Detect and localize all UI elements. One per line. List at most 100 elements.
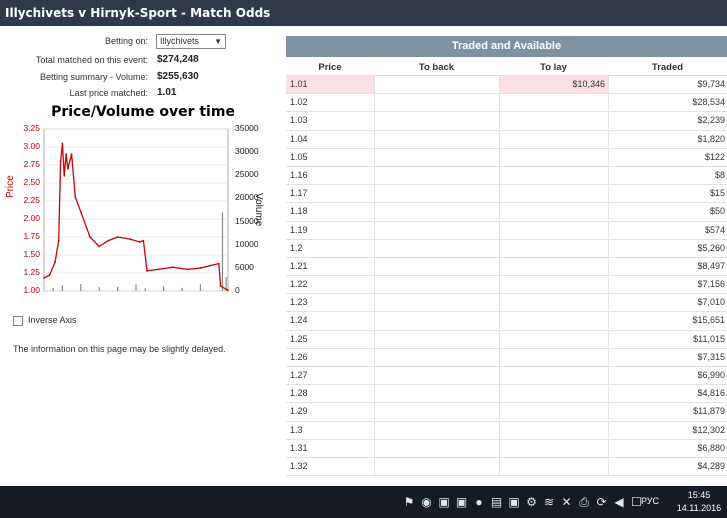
price-point	[219, 285, 222, 287]
to-back-cell[interactable]	[374, 112, 499, 130]
to-lay-cell[interactable]	[499, 185, 608, 203]
price-point	[74, 196, 77, 199]
price-cell: 1.22	[290, 279, 308, 290]
table-title: Traded and Available	[286, 36, 727, 57]
to-back-cell[interactable]	[374, 94, 499, 112]
to-lay-cell[interactable]	[499, 439, 608, 457]
volume-tick-label: 35000	[235, 123, 259, 133]
to-back-cell[interactable]	[374, 185, 499, 203]
to-lay-cell[interactable]	[499, 257, 608, 275]
to-back-cell[interactable]	[374, 403, 499, 421]
price-cell: 1.28	[290, 388, 308, 399]
to-lay-cell[interactable]	[499, 367, 608, 384]
to-back-cell[interactable]	[374, 421, 499, 439]
price-point	[89, 236, 91, 238]
clock[interactable]: 15:45 14.11.2016	[674, 489, 724, 515]
last-price-label: Last price matched:	[69, 88, 148, 98]
dropdown-arrow-icon: ▼	[214, 37, 222, 46]
to-back-cell[interactable]	[374, 330, 499, 348]
printer-icon[interactable]: ⎙	[577, 495, 591, 509]
last-price-value: 1.01	[157, 87, 177, 98]
betting-on-select[interactable]: Illychivets ▼	[156, 34, 226, 49]
price-axis-label: Price	[5, 175, 16, 198]
to-lay-cell[interactable]	[499, 130, 608, 148]
to-lay-cell[interactable]	[499, 403, 608, 421]
record-icon[interactable]: ●	[472, 495, 486, 509]
to-back-cell[interactable]	[374, 312, 499, 330]
price-volume-chart: Price/Volume over time 3.25 3.00 2.75 2.50 2…	[0, 103, 285, 298]
to-back-cell[interactable]	[374, 348, 499, 366]
price-cell: 1.29	[290, 406, 308, 417]
traded-cell: $9,734	[608, 76, 727, 93]
app-icon[interactable]: ▣	[455, 495, 469, 509]
volume-icon[interactable]: ◀	[612, 495, 626, 509]
price-cell: 1.31	[290, 442, 308, 453]
settings-icon[interactable]: ⚙	[525, 495, 539, 509]
app-icon[interactable]: ▣	[437, 495, 451, 509]
price-cell: 1.05	[290, 151, 308, 162]
price-point	[116, 236, 119, 238]
to-lay-cell[interactable]	[499, 166, 608, 184]
chrome-icon[interactable]: ◉	[420, 495, 434, 509]
inverse-axis-option[interactable]: Inverse Axis	[13, 315, 77, 326]
to-lay-cell[interactable]	[499, 457, 608, 475]
table-body: 1.01 $10,346 $9,734 1.02 $28,534 1.03 $2,239 1.…	[286, 76, 727, 477]
mute-icon[interactable]: ✕	[560, 495, 574, 509]
language-indicator[interactable]: РУС	[641, 496, 659, 506]
to-lay-cell[interactable]	[499, 348, 608, 366]
price-point	[157, 268, 159, 271]
flag-icon[interactable]: ⚑	[402, 495, 416, 509]
to-lay-cell[interactable]	[499, 203, 608, 221]
app-icon[interactable]: ▣	[507, 495, 521, 509]
wifi-icon[interactable]: ≋	[542, 495, 556, 509]
to-lay-cell[interactable]	[499, 385, 608, 403]
to-lay-cell[interactable]	[499, 294, 608, 312]
to-lay-cell[interactable]	[499, 239, 608, 257]
to-back-cell[interactable]	[374, 457, 499, 475]
traded-cell: $8	[608, 166, 727, 184]
table-row: 1.28 $4,816	[286, 385, 727, 404]
inverse-axis-checkbox[interactable]	[13, 315, 23, 326]
to-lay-cell[interactable]: $10,346	[499, 76, 608, 93]
to-back-cell[interactable]	[374, 76, 499, 93]
to-back-cell[interactable]	[374, 276, 499, 294]
price-cell: 1.25	[290, 333, 308, 344]
to-back-cell[interactable]	[374, 221, 499, 239]
price-point	[171, 266, 174, 269]
to-back-cell[interactable]	[374, 166, 499, 184]
to-lay-cell[interactable]	[499, 276, 608, 294]
traded-cell: $8,497	[608, 257, 727, 275]
price-point	[142, 239, 145, 242]
to-back-cell[interactable]	[374, 294, 499, 312]
to-back-cell[interactable]	[374, 257, 499, 275]
to-back-cell[interactable]	[374, 148, 499, 166]
column-header-to-lay: To lay	[540, 62, 567, 73]
price-tick-label: 1.00	[23, 285, 40, 295]
to-lay-cell[interactable]	[499, 312, 608, 330]
table-row: 1.16 $8	[286, 166, 727, 186]
to-back-cell[interactable]	[374, 239, 499, 257]
price-tick-label: 1.25	[23, 267, 40, 277]
to-back-cell[interactable]	[374, 439, 499, 457]
sync-icon[interactable]: ⟳	[595, 495, 609, 509]
clock-time: 15:45	[687, 490, 711, 500]
to-back-cell[interactable]	[374, 385, 499, 403]
folder-icon[interactable]: ▤	[490, 495, 504, 509]
to-back-cell[interactable]	[374, 203, 499, 221]
table-row: 1.04 $1,820	[286, 130, 727, 149]
traded-cell: $2,239	[608, 112, 727, 130]
traded-cell: $15,651	[608, 312, 727, 330]
to-back-cell[interactable]	[374, 130, 499, 148]
to-lay-cell[interactable]	[499, 94, 608, 112]
app-window: Illychivets v Hirnyk-Sport - Match Odds …	[0, 0, 727, 518]
to-lay-cell[interactable]	[499, 148, 608, 166]
to-lay-cell[interactable]	[499, 421, 608, 439]
last-price-row: Last price matched: 1.01	[0, 86, 285, 102]
to-lay-cell[interactable]	[499, 221, 608, 239]
to-lay-cell[interactable]	[499, 330, 608, 348]
betting-summary-label: Betting summary - Volume:	[39, 72, 148, 82]
inverse-axis-label: Inverse Axis	[28, 315, 77, 325]
to-lay-cell[interactable]	[499, 112, 608, 130]
to-back-cell[interactable]	[374, 367, 499, 384]
table-row: 1.17 $15	[286, 185, 727, 204]
